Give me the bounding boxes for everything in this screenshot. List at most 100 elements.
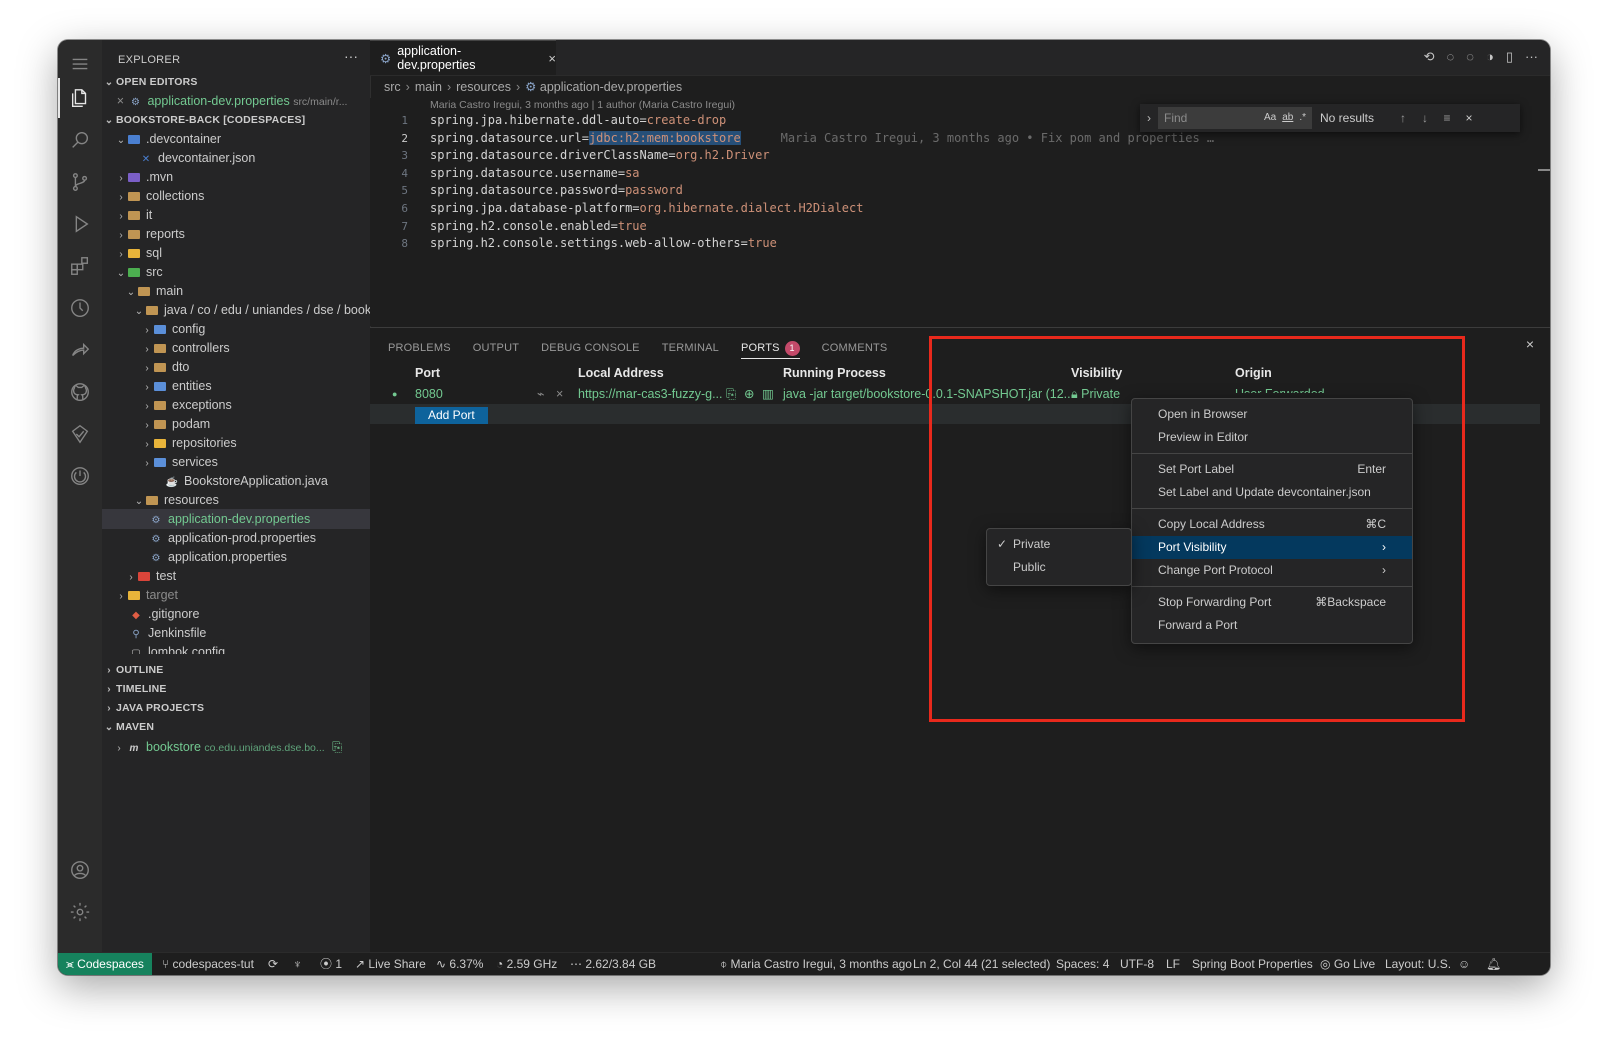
tree-devcontainer[interactable]: ⌄ .devcontainer xyxy=(102,129,370,149)
tree-resources[interactable]: ⌄ resources xyxy=(102,490,370,510)
github-icon[interactable] xyxy=(68,380,92,404)
code-line[interactable]: 7 spring.h2.console.enabled=true xyxy=(370,218,1550,236)
add-port-button[interactable]: Add Port xyxy=(415,407,488,424)
tree-collections[interactable]: › collections xyxy=(102,186,370,206)
end-of-line[interactable]: LF xyxy=(1166,953,1180,975)
col-port[interactable]: Port xyxy=(415,366,440,380)
open-changes-icon[interactable]: ⟲ xyxy=(1424,49,1435,65)
code-line[interactable]: 6 spring.jpa.database-platform=org.hibern… xyxy=(370,200,1550,218)
tab-application-dev-properties[interactable]: ⚙ application-dev.properties × xyxy=(370,40,556,75)
tree-reports[interactable]: › reports xyxy=(102,224,370,244)
breadcrumb-src[interactable]: src xyxy=(384,80,401,94)
more-actions-icon[interactable]: ··· xyxy=(1525,49,1538,65)
tree-application-prod-properties[interactable]: ⚙ application-prod.properties xyxy=(102,528,370,548)
tree-mvn[interactable]: › .mvn xyxy=(102,167,370,187)
tab-output[interactable]: OUTPUT xyxy=(473,338,519,358)
tree-application-dev-properties[interactable]: ⚙ application-dev.properties xyxy=(102,509,370,529)
mem-item[interactable]: ⋯ 2.62/3.84 GB xyxy=(570,953,656,975)
codelens-blame[interactable]: Maria Castro Iregui, 3 months ago | 1 au… xyxy=(430,99,735,111)
previous-change-icon[interactable]: ◌ xyxy=(1447,49,1455,65)
open-editor-item[interactable]: × ⚙ application-dev.properties src/main/r… xyxy=(102,91,370,111)
previous-match-icon[interactable]: ↑ xyxy=(1392,111,1414,125)
tab-debug-console[interactable]: DEBUG CONSOLE xyxy=(541,338,640,358)
local-address[interactable]: https://mar-cas3-fuzzy-g... xyxy=(578,384,722,404)
tab-ports[interactable]: PORTS 1 xyxy=(740,338,800,359)
workspace-section[interactable]: ⌄ BOOKSTORE-BACK [CODESPACES] xyxy=(102,110,370,130)
tree-devcontainer-json[interactable]: ✕ devcontainer.json xyxy=(102,148,370,168)
search-icon[interactable] xyxy=(68,128,92,152)
tree-application-properties[interactable]: ⚙ application.properties xyxy=(102,547,370,567)
tree-services[interactable]: › services xyxy=(102,452,370,472)
split-editor-icon[interactable]: ▯ xyxy=(1506,49,1513,65)
tree-podam[interactable]: › podam xyxy=(102,414,370,434)
menu-icon[interactable] xyxy=(68,52,92,76)
open-browser-icon[interactable]: ⊕ xyxy=(744,384,754,404)
code-editor[interactable]: Maria Castro Iregui, 3 months ago | 1 au… xyxy=(370,98,1550,326)
live-share-icon[interactable] xyxy=(68,338,92,362)
edit-label-icon[interactable]: ⌁ xyxy=(537,384,545,404)
next-match-icon[interactable]: ↓ xyxy=(1414,111,1436,125)
tree-dto[interactable]: › dto xyxy=(102,357,370,377)
copilot-icon[interactable]: ☺ xyxy=(1458,953,1470,975)
match-case-icon[interactable]: Aa xyxy=(1264,107,1276,129)
run-debug-icon[interactable] xyxy=(68,212,92,236)
next-change-icon[interactable]: ◌ xyxy=(1466,49,1474,65)
explorer-icon[interactable] xyxy=(68,86,92,110)
spring-boot-icon[interactable] xyxy=(68,464,92,488)
tab-comments[interactable]: COMMENTS xyxy=(822,338,888,358)
toggle-replace-icon[interactable]: › xyxy=(1140,111,1158,125)
code-line[interactable]: 5 spring.datasource.password=password xyxy=(370,182,1550,200)
tab-problems[interactable]: PROBLEMS xyxy=(388,338,451,358)
cursor-position[interactable]: Ln 2, Col 44 (21 selected) xyxy=(913,953,1050,975)
tree-gitignore[interactable]: ◆ .gitignore xyxy=(102,604,370,624)
tree-lombok-config[interactable]: ▢ lombok.config xyxy=(102,642,370,654)
tree-entities[interactable]: › entities xyxy=(102,376,370,396)
tree-bookstore-application[interactable]: ☕ BookstoreApplication.java xyxy=(102,471,370,491)
close-icon[interactable]: × xyxy=(102,91,124,111)
tree-sql[interactable]: › sql xyxy=(102,243,370,263)
indentation[interactable]: Spaces: 4 xyxy=(1056,953,1109,975)
remote-indicator[interactable]: ⪤ Codespaces xyxy=(58,953,152,975)
code-line[interactable]: 3 spring.datasource.driverClassName=org.h… xyxy=(370,147,1550,165)
tree-java-package[interactable]: ⌄ java / co / edu / uniandes / dse / book… xyxy=(102,300,370,320)
regex-icon[interactable]: .* xyxy=(1299,107,1306,129)
live-share-item[interactable]: ↗ Live Share xyxy=(355,953,426,975)
more-actions-icon[interactable]: ··· xyxy=(344,48,358,64)
tree-repositories[interactable]: › repositories xyxy=(102,433,370,453)
timeline-icon[interactable] xyxy=(68,296,92,320)
history-icon[interactable]: ◑ xyxy=(1486,49,1494,65)
stop-forward-icon[interactable]: × xyxy=(556,384,563,404)
timeline-section[interactable]: › TIMELINE xyxy=(102,679,370,699)
tree-main[interactable]: ⌄ main xyxy=(102,281,370,301)
copy-address-icon[interactable]: ⎘ xyxy=(726,384,736,404)
encoding[interactable]: UTF-8 xyxy=(1120,953,1154,975)
find-in-selection-icon[interactable]: ≡ xyxy=(1436,111,1458,125)
java-projects-section[interactable]: › JAVA PROJECTS xyxy=(102,698,370,718)
open-pom-icon[interactable]: ⎘ xyxy=(332,740,342,754)
close-tab-icon[interactable]: × xyxy=(548,51,556,66)
tree-config[interactable]: › config xyxy=(102,319,370,339)
tree-src[interactable]: ⌄ src xyxy=(102,262,370,282)
account-icon[interactable] xyxy=(68,858,92,882)
find-input[interactable]: Find Aa ab .* xyxy=(1158,107,1312,129)
tree-jenkinsfile[interactable]: ⚲ Jenkinsfile xyxy=(102,623,370,643)
sync-icon[interactable]: ⟳ xyxy=(268,953,278,975)
extensions-icon[interactable] xyxy=(68,254,92,278)
tree-controllers[interactable]: › controllers xyxy=(102,338,370,358)
code-line[interactable]: 8 spring.h2.console.settings.web-allow-ot… xyxy=(370,235,1550,253)
code-line[interactable]: 2 spring.datasource.url=jdbc:h2:mem:books… xyxy=(370,130,1550,148)
col-running-process[interactable]: Running Process xyxy=(783,366,886,380)
branch-item[interactable]: ⑂ codespaces-tut xyxy=(162,953,254,975)
col-local-address[interactable]: Local Address xyxy=(578,366,664,380)
tree-exceptions[interactable]: › exceptions xyxy=(102,395,370,415)
open-editors-section[interactable]: ⌄ OPEN EDITORS xyxy=(102,72,370,92)
breadcrumb-file[interactable]: application-dev.properties xyxy=(540,80,682,94)
close-panel-icon[interactable]: × xyxy=(1526,336,1534,352)
tab-terminal[interactable]: TERMINAL xyxy=(662,338,719,358)
breadcrumb-resources[interactable]: resources xyxy=(456,80,511,94)
notifications-icon[interactable]: 🔔︎ xyxy=(1486,953,1501,975)
close-find-icon[interactable]: × xyxy=(1458,111,1480,125)
cpu-item[interactable]: ∿ 6.37% xyxy=(436,953,483,975)
whole-word-icon[interactable]: ab xyxy=(1282,107,1293,129)
blame-item[interactable]: ⌽ Maria Castro Iregui, 3 months ago xyxy=(720,953,912,975)
